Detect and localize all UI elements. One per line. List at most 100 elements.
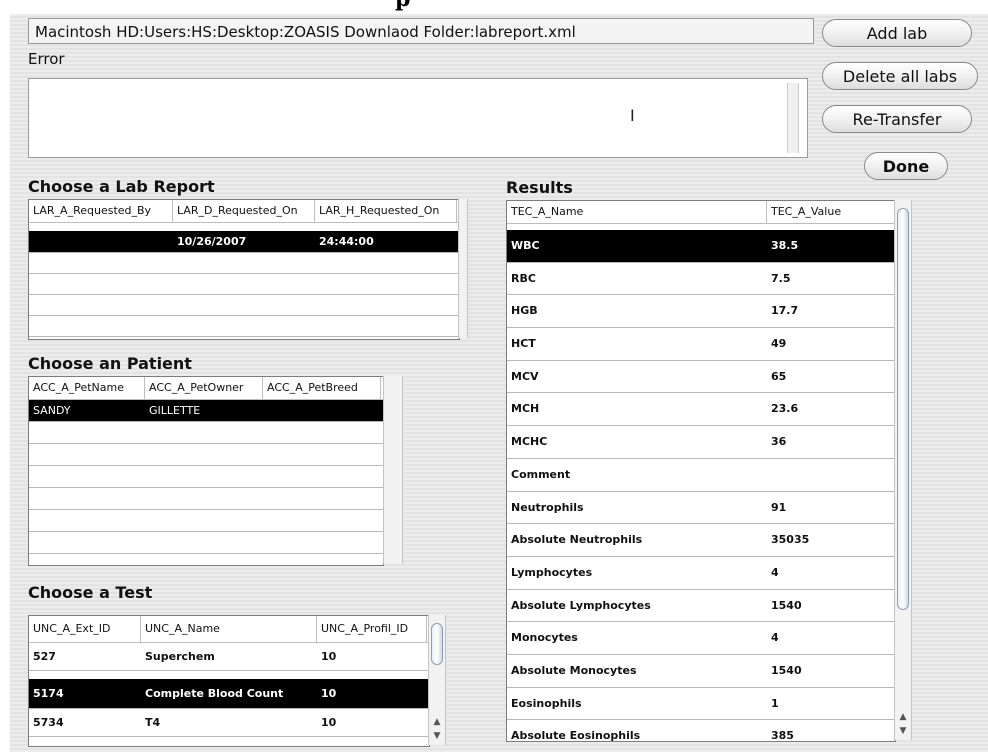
test-scrollbar-thumb[interactable] bbox=[431, 623, 443, 665]
table-row[interactable]: Absolute Eosinophils 385 bbox=[507, 720, 895, 742]
table-row[interactable]: 527 Superchem 10 bbox=[29, 643, 429, 671]
table-cell: MCH bbox=[511, 402, 540, 416]
table-row-empty[interactable] bbox=[29, 488, 383, 510]
results-scrollbar-thumb[interactable] bbox=[897, 208, 909, 610]
error-text-scrollbar[interactable] bbox=[787, 83, 799, 153]
table-row-empty[interactable] bbox=[29, 444, 383, 466]
column-header[interactable]: ACC_A_PetBreed bbox=[263, 377, 381, 399]
table-row-empty[interactable] bbox=[29, 316, 459, 337]
table-cell: 91 bbox=[771, 500, 787, 514]
window-title-fragment: p bbox=[0, 0, 988, 14]
table-row[interactable]: 10/26/2007 24:44:00 bbox=[29, 231, 459, 253]
scroll-up-arrow-icon[interactable]: ▲ bbox=[429, 715, 445, 729]
lab-report-table: LAR_A_Requested_By LAR_D_Requested_On LA… bbox=[28, 199, 460, 340]
table-cell: Absolute Monocytes bbox=[511, 663, 637, 677]
table-row[interactable]: Monocytes 4 bbox=[507, 622, 895, 655]
lab-report-header-row: LAR_A_Requested_By LAR_D_Requested_On LA… bbox=[29, 200, 459, 223]
column-header[interactable]: UNC_A_Ext_ID bbox=[29, 616, 141, 642]
results-rows: WBC 38.5 RBC 7.5 HGB 17.7 HCT 49 MCV 65 MCH 23.6 MCH… bbox=[507, 230, 895, 742]
table-row-empty[interactable] bbox=[29, 274, 459, 295]
table-cell: Complete Blood Count bbox=[145, 687, 284, 700]
error-text-area[interactable] bbox=[28, 78, 808, 158]
test-table: UNC_A_Ext_ID UNC_A_Name UNC_A_Profil_ID … bbox=[28, 615, 430, 747]
table-cell: Eosinophils bbox=[511, 696, 582, 710]
table-cell: 36 bbox=[771, 435, 787, 449]
table-row[interactable]: Eosinophils 1 bbox=[507, 688, 895, 721]
table-row[interactable]: 5734 T4 10 bbox=[29, 709, 429, 737]
table-cell: 385 bbox=[771, 729, 794, 742]
table-row[interactable]: HGB 17.7 bbox=[507, 295, 895, 329]
column-header[interactable]: ACC_A_PetOwner bbox=[145, 377, 263, 399]
table-cell: Monocytes bbox=[511, 631, 578, 645]
column-header[interactable]: LAR_H_Requested_On bbox=[315, 200, 457, 222]
table-cell: Absolute Eosinophils bbox=[511, 729, 641, 742]
column-header[interactable]: UNC_A_Name bbox=[141, 616, 317, 642]
table-cell: T4 bbox=[145, 716, 161, 729]
table-row[interactable]: Lymphocytes 4 bbox=[507, 557, 895, 590]
table-row[interactable]: HCT 49 bbox=[507, 328, 895, 361]
scroll-down-arrow-icon[interactable]: ▼ bbox=[895, 724, 911, 738]
table-cell: 4 bbox=[771, 565, 779, 579]
table-cell: 1 bbox=[771, 696, 779, 710]
table-row[interactable]: MCHC 36 bbox=[507, 426, 895, 459]
table-cell: 4 bbox=[771, 631, 779, 645]
re-transfer-button[interactable]: Re-Transfer bbox=[822, 105, 972, 133]
table-cell bbox=[29, 231, 173, 252]
error-label: Error bbox=[28, 50, 65, 68]
done-button[interactable]: Done bbox=[864, 152, 948, 180]
ibeam-cursor-icon: Ⅰ bbox=[630, 106, 635, 125]
table-row[interactable]: Neutrophils 91 bbox=[507, 492, 895, 525]
table-cell: Comment bbox=[511, 467, 571, 481]
table-row[interactable]: 5174 Complete Blood Count 10 bbox=[29, 679, 429, 709]
table-gap bbox=[29, 223, 459, 231]
column-header[interactable]: ACC_A_PetName bbox=[29, 377, 145, 399]
table-row[interactable]: Absolute Neutrophils 35035 bbox=[507, 524, 895, 557]
table-cell: Absolute Lymphocytes bbox=[511, 598, 651, 612]
add-lab-button[interactable]: Add lab bbox=[822, 19, 972, 47]
results-table: TEC_A_Name TEC_A_Value WBC 38.5 RBC 7.5 HGB 1… bbox=[506, 200, 896, 742]
column-header[interactable]: TEC_A_Value bbox=[767, 201, 895, 223]
column-header[interactable]: UNC_A_Profil_ID bbox=[317, 616, 427, 642]
table-cell: GILLETTE bbox=[149, 404, 201, 417]
table-row-empty[interactable] bbox=[29, 510, 383, 532]
table-cell: 10/26/2007 bbox=[177, 235, 247, 248]
table-row[interactable]: MCV 65 bbox=[507, 361, 895, 394]
lab-report-section-title: Choose a Lab Report bbox=[28, 177, 215, 196]
table-cell: MCHC bbox=[511, 435, 548, 449]
file-path-field[interactable]: Macintosh HD:Users:HS:Desktop:ZOASIS Dow… bbox=[28, 18, 814, 44]
scroll-up-arrow-icon[interactable]: ▲ bbox=[895, 710, 911, 724]
delete-all-labs-button[interactable]: Delete all labs bbox=[822, 62, 978, 90]
lab-report-scrollbar[interactable] bbox=[458, 199, 468, 338]
patient-table: ACC_A_PetName ACC_A_PetOwner ACC_A_PetBr… bbox=[28, 376, 384, 566]
lab-import-window: Macintosh HD:Users:HS:Desktop:ZOASIS Dow… bbox=[10, 14, 988, 752]
table-cell: 65 bbox=[771, 369, 787, 383]
table-cell: WBC bbox=[511, 239, 540, 252]
table-row[interactable]: WBC 38.5 bbox=[507, 230, 895, 263]
results-scrollbar[interactable]: ▲ ▼ bbox=[894, 200, 912, 740]
table-cell bbox=[263, 400, 381, 421]
results-header-row: TEC_A_Name TEC_A_Value bbox=[507, 201, 895, 224]
table-cell: 35035 bbox=[771, 533, 810, 547]
table-row-empty[interactable] bbox=[29, 422, 383, 444]
table-cell: RBC bbox=[511, 271, 536, 285]
column-header[interactable]: LAR_D_Requested_On bbox=[173, 200, 315, 222]
column-header[interactable]: LAR_A_Requested_By bbox=[29, 200, 173, 222]
table-row[interactable]: Absolute Monocytes 1540 bbox=[507, 655, 895, 688]
table-cell: Superchem bbox=[145, 650, 215, 663]
table-row[interactable]: Absolute Lymphocytes 1540 bbox=[507, 590, 895, 623]
table-row[interactable]: MCH 23.6 bbox=[507, 393, 895, 427]
column-header[interactable]: TEC_A_Name bbox=[507, 201, 767, 223]
table-cell: 7.5 bbox=[771, 271, 791, 285]
table-row-empty[interactable] bbox=[29, 532, 383, 554]
test-header-row: UNC_A_Ext_ID UNC_A_Name UNC_A_Profil_ID bbox=[29, 616, 429, 643]
test-scrollbar[interactable]: ▲ ▼ bbox=[428, 615, 446, 745]
scroll-down-arrow-icon[interactable]: ▼ bbox=[429, 729, 445, 743]
table-row-empty[interactable] bbox=[29, 253, 459, 274]
table-row-empty[interactable] bbox=[29, 295, 459, 316]
table-row[interactable]: SANDY GILLETTE bbox=[29, 400, 383, 422]
patient-scrollbar[interactable] bbox=[383, 376, 403, 564]
table-gap bbox=[29, 671, 429, 679]
table-row[interactable]: RBC 7.5 bbox=[507, 263, 895, 296]
table-row[interactable]: Comment bbox=[507, 459, 895, 492]
table-row-empty[interactable] bbox=[29, 466, 383, 488]
